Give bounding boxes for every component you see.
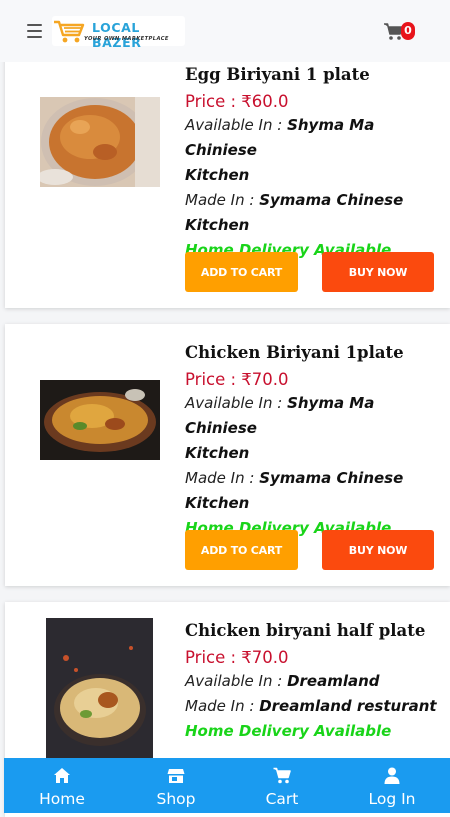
page: LOCAL BAZER YOUR OWN MARKETPLACE 0 Egg B…: [0, 0, 450, 817]
delivery-status: Home Delivery Available: [185, 722, 392, 740]
made-in-value: Kitchen: [185, 216, 250, 234]
cart-count-badge: 0: [401, 22, 415, 40]
add-to-cart-button[interactable]: ADD TO CART: [185, 530, 298, 570]
add-to-cart-button[interactable]: ADD TO CART: [185, 252, 298, 292]
product-title[interactable]: Chicken Biriyani 1plate: [185, 342, 450, 364]
logo-cart-icon: [54, 20, 85, 43]
available-in-value: Kitchen: [185, 166, 250, 184]
made-in-value: Kitchen: [185, 494, 250, 512]
product-image[interactable]: [37, 97, 160, 187]
product-title[interactable]: Egg Biriyani 1 plate: [185, 64, 450, 86]
logo[interactable]: LOCAL BAZER YOUR OWN MARKETPLACE: [52, 16, 185, 50]
nav-label: Home: [39, 790, 85, 808]
available-in-row: Available In : Shyma Ma Chiniese: [185, 116, 375, 159]
available-in-row: Available In : Dreamland: [185, 672, 380, 690]
product-image[interactable]: [46, 618, 153, 758]
made-in-row: Made In : Symama Chinese: [185, 469, 404, 487]
product-price: Price : ₹60.0: [185, 92, 289, 111]
user-icon: [384, 767, 400, 784]
nav-home[interactable]: Home: [12, 758, 112, 813]
bottom-nav: Home Shop Cart Log In: [4, 758, 450, 813]
nav-cart[interactable]: Cart: [232, 758, 332, 813]
nav-label: Shop: [156, 790, 196, 808]
shop-icon: [167, 769, 185, 783]
home-icon: [54, 768, 70, 783]
logo-text: LOCAL BAZER: [92, 20, 142, 50]
buy-now-button[interactable]: BUY NOW: [322, 530, 434, 570]
product-title[interactable]: Chicken biryani half plate: [185, 620, 450, 642]
product-card: Chicken Biriyani 1plate Price : ₹70.0 Av…: [5, 324, 450, 586]
product-card: Egg Biriyani 1 plate Price : ₹60.0 Avail…: [5, 40, 450, 308]
made-in-row: Made In : Symama Chinese: [185, 191, 404, 209]
logo-tagline: YOUR OWN MARKETPLACE: [84, 36, 169, 42]
available-in-value: Kitchen: [185, 444, 250, 462]
made-in-row: Made In : Dreamland resturant: [185, 697, 437, 715]
hamburger-menu-icon[interactable]: [27, 24, 42, 38]
product-info: Chicken Biriyani 1plate Price : ₹70.0 Av…: [185, 342, 450, 541]
buy-now-button[interactable]: BUY NOW: [322, 252, 434, 292]
product-price: Price : ₹70.0: [185, 648, 289, 667]
product-info: Chicken biryani half plate Price : ₹70.0…: [185, 620, 450, 744]
header-cart-button[interactable]: 0: [384, 22, 416, 42]
product-image[interactable]: [40, 380, 160, 460]
cart-icon: [273, 767, 291, 784]
nav-login[interactable]: Log In: [342, 758, 442, 813]
product-price: Price : ₹70.0: [185, 370, 289, 389]
product-info: Egg Biriyani 1 plate Price : ₹60.0 Avail…: [185, 64, 450, 263]
nav-label: Cart: [265, 790, 299, 808]
nav-label: Log In: [368, 790, 416, 808]
available-in-row: Available In : Shyma Ma Chiniese: [185, 394, 375, 437]
nav-shop[interactable]: Shop: [126, 758, 226, 813]
top-header: LOCAL BAZER YOUR OWN MARKETPLACE 0: [0, 0, 450, 62]
